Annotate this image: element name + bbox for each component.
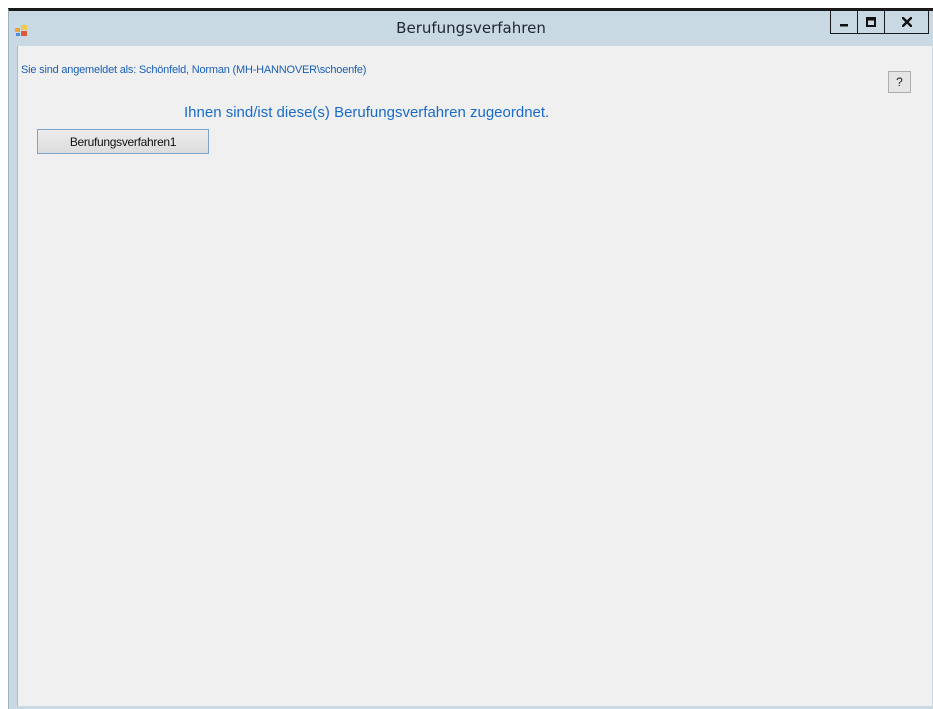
client-area: Sie sind angemeldet als: Schönfeld, Norm… [17,46,932,706]
app-window: Berufungsverfahren Sie sind angemeldet a… [8,8,933,709]
close-icon [901,17,912,27]
maximize-icon [866,17,876,27]
maximize-button[interactable] [857,11,884,34]
minimize-icon [840,24,848,27]
app-icon[interactable] [15,22,29,36]
procedure-button[interactable]: Berufungsverfahren1 [37,129,209,154]
assigned-procedures-heading: Ihnen sind/ist diese(s) Berufungsverfahr… [184,104,550,121]
window-controls [830,11,929,34]
login-status-label: Sie sind angemeldet als: Schönfeld, Norm… [21,64,367,76]
minimize-button[interactable] [830,11,857,34]
window-title: Berufungsverfahren [396,19,546,37]
help-button[interactable]: ? [888,71,911,93]
title-bar[interactable]: Berufungsverfahren [9,11,933,46]
close-button[interactable] [884,11,929,34]
